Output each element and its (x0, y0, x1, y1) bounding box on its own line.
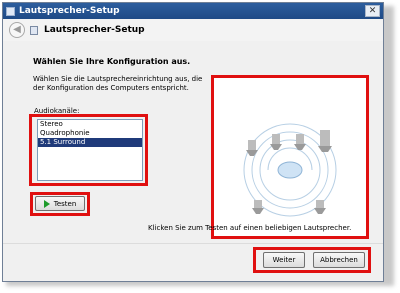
page-heading: Wählen Sie Ihre Konfiguration aus. (33, 57, 191, 66)
test-button-label: Testen (53, 199, 77, 208)
app-icon (6, 6, 15, 16)
footer-highlight-box (253, 247, 371, 273)
speaker-icon[interactable] (294, 134, 306, 150)
nav-title: Lautsprecher-Setup (44, 25, 145, 35)
page-description: Wählen Sie die Lautsprechereinrichtung a… (33, 75, 203, 92)
channel-option-quad[interactable]: Quadrophonie (38, 129, 142, 138)
test-button[interactable]: Testen (35, 196, 85, 211)
nav-bar: ◀ Lautsprecher-Setup (3, 19, 383, 42)
close-icon: ✕ (368, 6, 377, 16)
speaker-icon[interactable] (318, 130, 332, 152)
content-area: Wählen Sie Ihre Konfiguration aus. Wähle… (3, 41, 383, 243)
speaker-icon[interactable] (314, 200, 326, 214)
test-hint: Klicken Sie zum Testen auf einen beliebi… (148, 224, 352, 232)
channel-option-stereo[interactable]: Stereo (38, 120, 142, 129)
footer-bar: Weiter Abbrechen (3, 243, 383, 281)
channel-option-surround[interactable]: 5.1 Surround (38, 138, 142, 147)
play-icon (43, 199, 50, 208)
channels-listbox[interactable]: Stereo Quadrophonie 5.1 Surround (37, 119, 143, 181)
window-title: Lautsprecher-Setup (19, 6, 120, 16)
speaker-setup-icon (30, 25, 38, 35)
speaker-icon[interactable] (246, 140, 258, 156)
speaker-diagram-svg (243, 123, 337, 217)
setup-window: Lautsprecher-Setup ✕ ◀ Lautsprecher-Setu… (2, 2, 384, 282)
speaker-diagram (211, 75, 369, 239)
title-bar: Lautsprecher-Setup ✕ (3, 3, 383, 19)
back-arrow-icon: ◀ (13, 24, 21, 35)
close-button[interactable]: ✕ (365, 5, 380, 17)
back-button[interactable]: ◀ (9, 22, 25, 38)
